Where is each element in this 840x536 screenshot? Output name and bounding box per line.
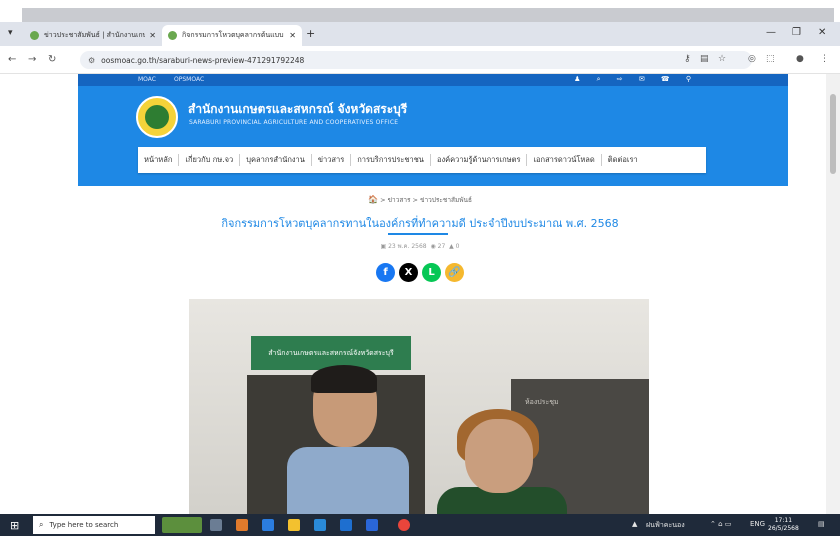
close-tab-icon[interactable]: ✕ xyxy=(289,31,296,40)
new-tab-button[interactable]: + xyxy=(306,27,315,40)
x-share-button[interactable]: X xyxy=(399,263,418,282)
nav-services[interactable]: การบริการประชาชน xyxy=(351,154,431,166)
org-name-th: สำนักงานเกษตรและสหกรณ์ จังหวัดสระบุรี xyxy=(188,102,408,116)
scrollbar-thumb[interactable] xyxy=(830,94,836,174)
store-icon[interactable] xyxy=(314,519,326,531)
notification-icon[interactable]: ▤ xyxy=(818,520,825,528)
mail-icon[interactable] xyxy=(340,519,352,531)
search-icon: ⌕ xyxy=(39,520,44,529)
edge-icon[interactable] xyxy=(262,519,274,531)
translate-icon[interactable]: ▤ xyxy=(700,54,709,64)
favicon-icon xyxy=(30,31,39,40)
home-icon[interactable]: 🏠 xyxy=(368,195,378,204)
nav-contact[interactable]: ติดต่อเรา xyxy=(602,154,644,166)
screen-top-border xyxy=(0,0,840,22)
eye-icon: ◉ xyxy=(430,243,436,250)
bookmark-star-icon[interactable]: ☆ xyxy=(718,54,726,64)
comment-icon: ▲ xyxy=(449,243,454,250)
browser-tab-strip: ▾ ข่าวประชาสัมพันธ์ | สำนักงานเกษ... ✕ ก… xyxy=(0,22,840,46)
word-icon[interactable] xyxy=(366,519,378,531)
organization-logo[interactable] xyxy=(136,96,178,138)
breadcrumb-pr[interactable]: ข่าวประชาสัมพันธ์ xyxy=(420,196,472,204)
facebook-share-button[interactable]: f xyxy=(376,263,395,282)
search-placeholder: Type here to search xyxy=(49,521,119,529)
close-window-button[interactable]: ✕ xyxy=(818,27,826,38)
title-underline xyxy=(388,233,448,235)
nav-knowledge[interactable]: องค์ความรู้ด้านการเกษตร xyxy=(431,154,528,166)
browser-tab-1[interactable]: ข่าวประชาสัมพันธ์ | สำนักงานเกษ... ✕ xyxy=(24,25,162,46)
view-count: 27 xyxy=(437,243,446,250)
comment-count: 0 xyxy=(455,243,460,250)
url-text: oosmoac.go.th/saraburi-news-preview-4712… xyxy=(101,55,305,65)
org-name-en: SARABURI PROVINCIAL AGRICULTURE AND COOP… xyxy=(189,119,399,126)
windows-taskbar: ⊞ ⌕ Type here to search ▲ ฝนฟ้าคะนอง ⌃ ⌂… xyxy=(0,514,840,536)
breadcrumb-news[interactable]: ข่าวสาร xyxy=(388,196,411,204)
site-info-icon[interactable]: ⚙ xyxy=(88,56,95,65)
url-input[interactable]: ⚙ oosmoac.go.th/saraburi-news-preview-47… xyxy=(80,51,752,69)
moac-link[interactable]: MOAC xyxy=(138,76,156,83)
minimize-button[interactable]: — xyxy=(766,27,776,38)
browser-menu-icon[interactable]: ⋮ xyxy=(820,54,829,64)
nav-downloads[interactable]: เอกสารดาวน์โหลด xyxy=(527,154,602,166)
weather-text[interactable]: ฝนฟ้าคะนอง xyxy=(646,520,685,531)
calendar-icon: ▣ xyxy=(380,243,387,250)
article-title: กิจกรรมการโหวตบุคลากรทานในองค์กรที่ทำควา… xyxy=(221,217,619,230)
task-view-icon[interactable] xyxy=(210,519,222,531)
site-header: สำนักงานเกษตรและสหกรณ์ จังหวัดสระบุรี SA… xyxy=(78,86,788,186)
puzzle-icon[interactable]: ⬚ xyxy=(766,54,775,64)
copy-link-button[interactable]: 🔗 xyxy=(445,263,464,282)
article-photo: สำนักงานเกษตรและสหกรณ์จังหวัดสระบุรี ห้อ… xyxy=(189,299,649,520)
profile-avatar-icon[interactable]: ● xyxy=(796,54,804,64)
weather-icon[interactable]: ▲ xyxy=(632,520,637,528)
article-date: 23 พ.ค. 2568 xyxy=(388,243,427,250)
share-buttons: f X L 🔗 xyxy=(376,263,464,282)
clock-date: 26/5/2568 xyxy=(768,525,799,532)
line-share-button[interactable]: L xyxy=(422,263,441,282)
maximize-button[interactable]: ❐ xyxy=(792,27,801,38)
forward-icon[interactable]: → xyxy=(28,54,36,65)
opsmoac-link[interactable]: OPSMOAC xyxy=(174,76,204,83)
page-scrollbar[interactable] xyxy=(826,74,840,514)
tab-label: กิจกรรมการโหวตบุคลากรต้นแบบ xyxy=(182,31,284,39)
taskbar-search-input[interactable]: ⌕ Type here to search xyxy=(33,516,155,534)
back-icon[interactable]: ← xyxy=(8,54,16,65)
tab-search-icon[interactable]: ▾ xyxy=(8,28,20,40)
utility-icons[interactable]: ♟ ⌕ ⇨ ✉ ☎ ⚲ xyxy=(574,75,698,84)
windows-start-icon[interactable]: ⊞ xyxy=(10,519,19,532)
file-explorer-icon[interactable] xyxy=(288,519,300,531)
address-bar-row: ← → ↻ ⚙ oosmoac.go.th/saraburi-news-prev… xyxy=(0,46,840,74)
article-meta: ▣ 23 พ.ค. 2568 ◉ 27 ▲ 0 xyxy=(0,241,840,251)
extension-icon[interactable]: ◎ xyxy=(748,54,756,64)
tab-label: ข่าวประชาสัมพันธ์ | สำนักงานเกษ... xyxy=(44,31,146,39)
nav-staff[interactable]: บุคลากรสำนักงาน xyxy=(240,154,312,166)
language-indicator[interactable]: ENG xyxy=(750,520,765,528)
nav-news[interactable]: ข่าวสาร xyxy=(312,154,352,166)
browser-tab-2[interactable]: กิจกรรมการโหวตบุคลากรต้นแบบ ✕ xyxy=(162,25,302,46)
main-nav-menu: หน้าหลัก เกี่ยวกับ กษ.จว บุคลากรสำนักงาน… xyxy=(138,147,706,173)
close-tab-icon[interactable]: ✕ xyxy=(149,31,156,40)
photo-office-sign: สำนักงานเกษตรและสหกรณ์จังหวัดสระบุรี xyxy=(251,336,411,370)
nav-about[interactable]: เกี่ยวกับ กษ.จว xyxy=(179,154,241,166)
tray-icons[interactable]: ⌃ ⌂ ▭ xyxy=(710,520,731,528)
taskbar-clock[interactable]: 17:11 26/5/2568 xyxy=(768,517,799,533)
chrome-icon[interactable] xyxy=(398,519,410,531)
password-key-icon[interactable]: ⚷ xyxy=(684,54,691,64)
nav-home[interactable]: หน้าหลัก xyxy=(138,154,180,166)
news-widget-icon[interactable] xyxy=(162,517,202,533)
breadcrumb: 🏠 > ข่าวสาร > ข่าวประชาสัมพันธ์ xyxy=(368,195,472,204)
clock-time: 17:11 xyxy=(774,517,793,524)
reload-icon[interactable]: ↻ xyxy=(48,54,56,65)
photo-room-sign: ห้องประชุม xyxy=(525,398,559,406)
site-top-bar: MOAC OPSMOAC ♟ ⌕ ⇨ ✉ ☎ ⚲ xyxy=(78,74,788,86)
favicon-icon xyxy=(168,31,177,40)
app-icon[interactable] xyxy=(236,519,248,531)
